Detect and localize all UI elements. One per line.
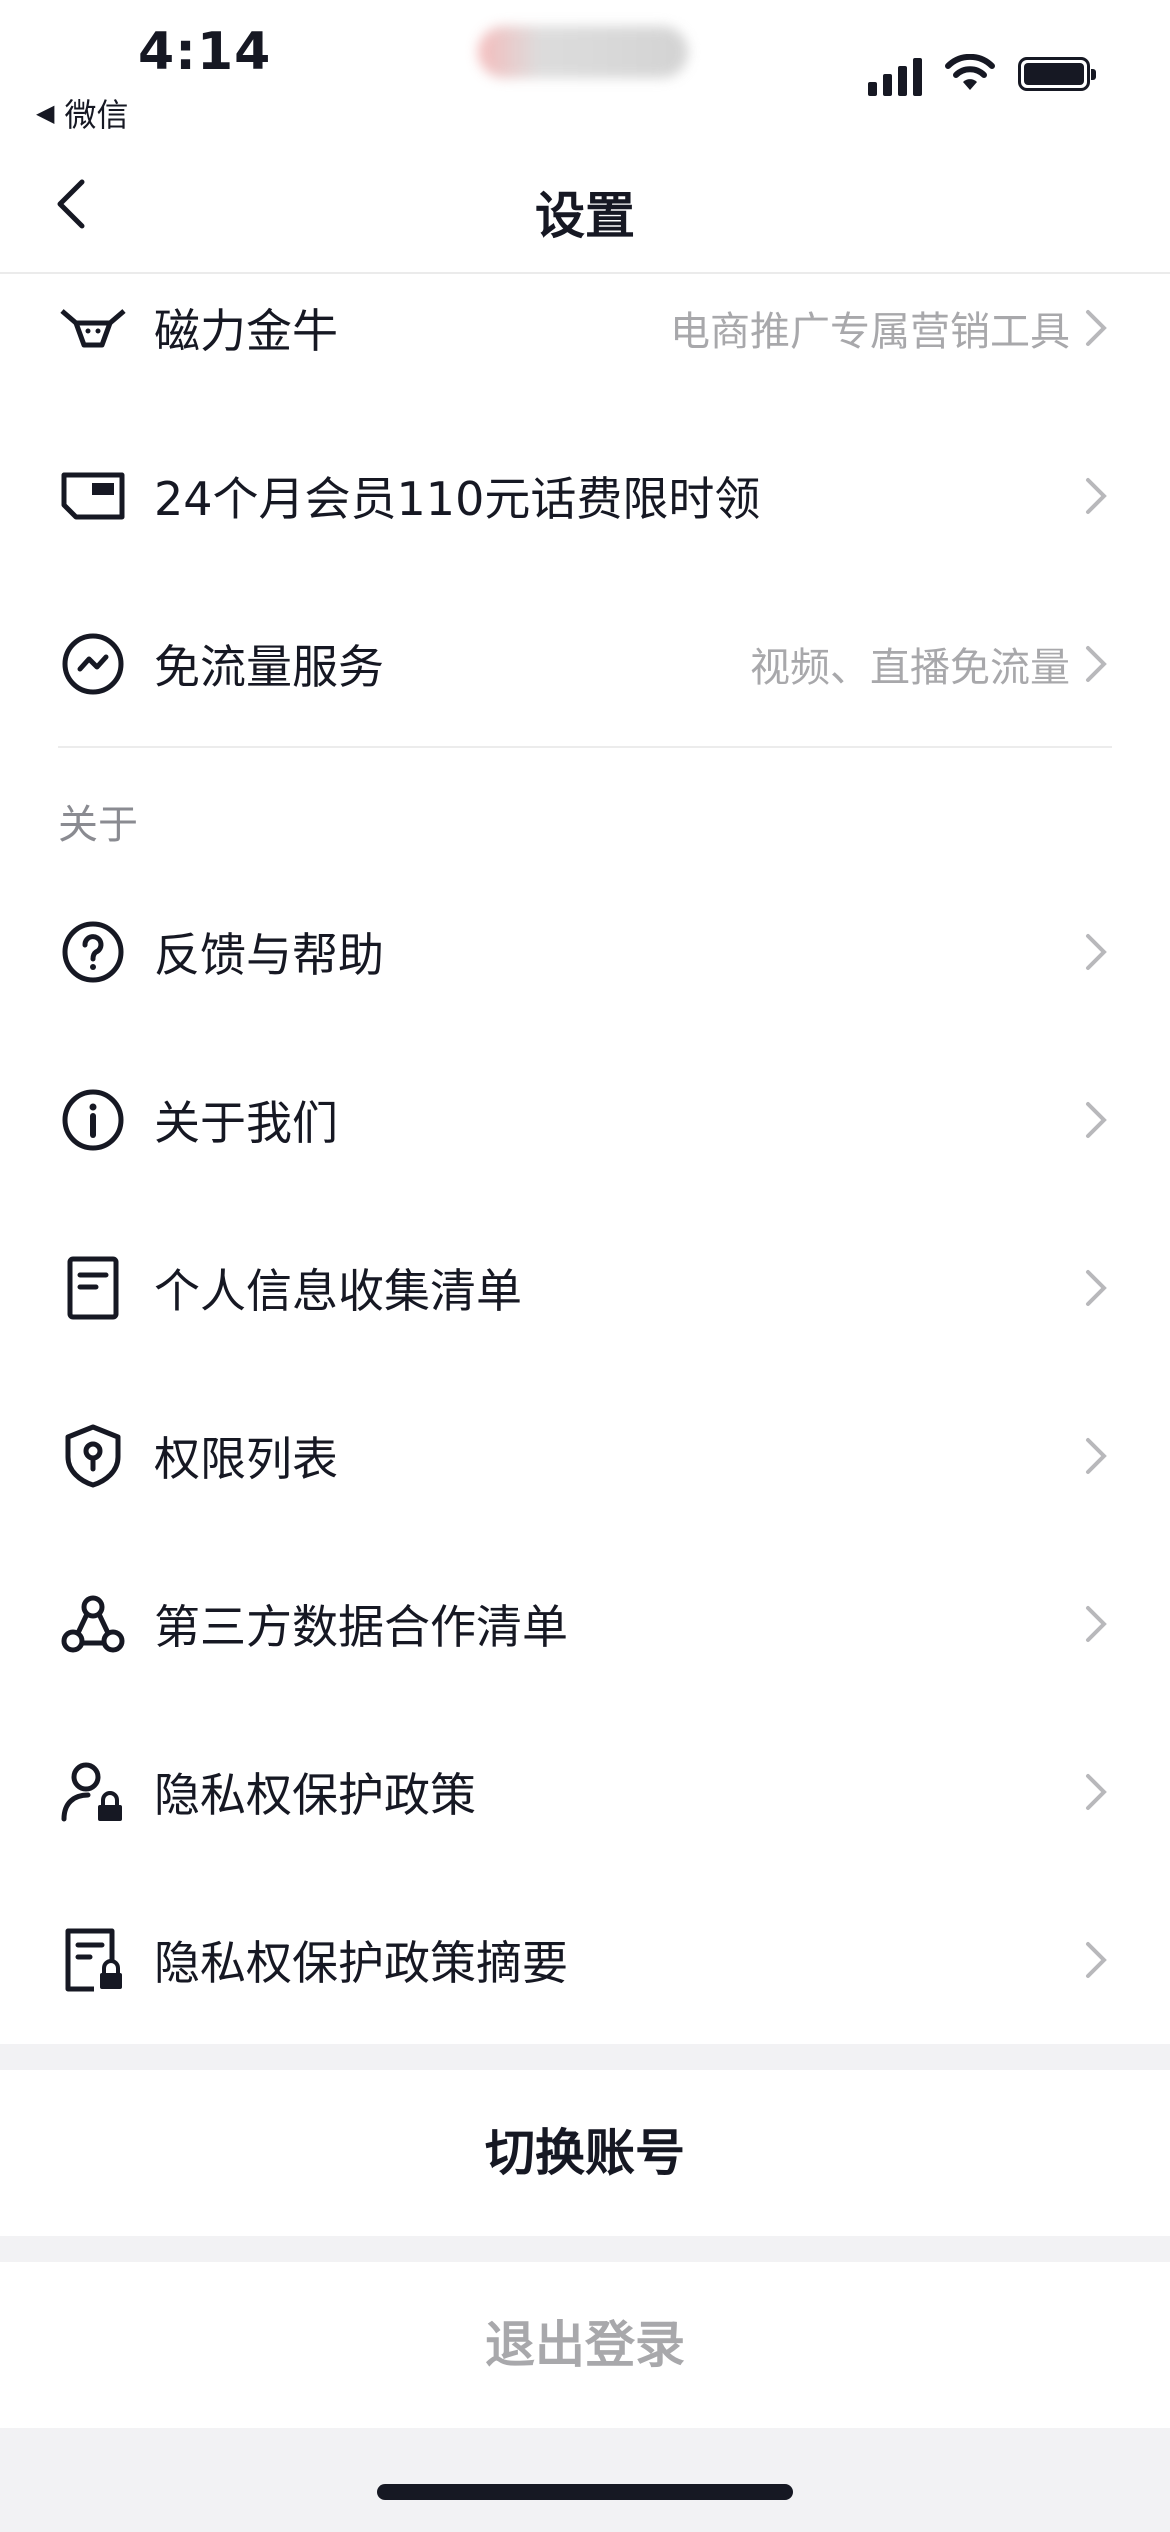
chevron-right-icon bbox=[1086, 1438, 1107, 1474]
triangle-left-icon: ◀ bbox=[36, 99, 55, 127]
row-feedback-help[interactable]: 反馈与帮助 bbox=[0, 868, 1170, 1036]
info-circle-icon bbox=[62, 1089, 124, 1151]
chevron-right-icon bbox=[1086, 478, 1107, 514]
chevron-right-icon bbox=[1086, 1774, 1107, 1810]
network-icon bbox=[61, 1595, 125, 1653]
status-time: 4:14 bbox=[138, 22, 272, 82]
wifi-icon bbox=[945, 54, 995, 90]
chevron-right-icon bbox=[1086, 1102, 1107, 1138]
row-about-us[interactable]: 关于我们 bbox=[0, 1036, 1170, 1204]
row-subtitle: 视频、直播免流量 bbox=[750, 645, 1070, 691]
status-icons bbox=[868, 52, 1096, 96]
section-title-about: 关于 bbox=[58, 802, 138, 848]
row-subtitle: 电商推广专属营销工具 bbox=[670, 309, 1070, 355]
divider bbox=[58, 746, 1112, 748]
chevron-right-icon bbox=[1086, 1942, 1107, 1978]
chevron-right-icon bbox=[1086, 646, 1107, 682]
row-label: 第三方数据合作清单 bbox=[154, 1600, 568, 1654]
signal-icon bbox=[868, 52, 922, 96]
row-permission-list[interactable]: 权限列表 bbox=[0, 1372, 1170, 1540]
row-label: 反馈与帮助 bbox=[154, 928, 384, 982]
row-label: 隐私权保护政策摘要 bbox=[154, 1936, 568, 1990]
shield-key-icon bbox=[65, 1424, 121, 1488]
chevron-right-icon bbox=[1086, 310, 1107, 346]
bull-icon bbox=[60, 309, 126, 348]
switch-account-button[interactable]: 切换账号 bbox=[0, 2070, 1170, 2236]
question-circle-icon bbox=[62, 921, 124, 983]
row-label: 权限列表 bbox=[154, 1432, 338, 1486]
back-app-label: 微信 bbox=[64, 96, 129, 134]
section-gap bbox=[0, 2044, 1170, 2070]
row-label: 磁力金牛 bbox=[154, 304, 338, 358]
card-icon bbox=[61, 472, 125, 520]
chevron-right-icon bbox=[1086, 1606, 1107, 1642]
row-privacy-policy-summary[interactable]: 隐私权保护政策摘要 bbox=[0, 1876, 1170, 2044]
chevron-right-icon bbox=[1086, 934, 1107, 970]
status-bar: 4:14 ◀ 微信 bbox=[0, 0, 1170, 140]
battery-icon bbox=[1018, 57, 1096, 91]
blurred-notification bbox=[478, 26, 688, 78]
back-to-wechat[interactable]: ◀ 微信 bbox=[36, 90, 128, 136]
row-personal-info-list[interactable]: 个人信息收集清单 bbox=[0, 1204, 1170, 1372]
chevron-right-icon bbox=[1086, 1270, 1107, 1306]
logout-label: 退出登录 bbox=[485, 2316, 685, 2374]
row-magnetic-bull[interactable]: 磁力金牛 电商推广专属营销工具 bbox=[0, 244, 1170, 412]
row-label: 免流量服务 bbox=[154, 640, 384, 694]
row-label: 隐私权保护政策 bbox=[154, 1768, 476, 1822]
row-data-free-service[interactable]: 免流量服务 视频、直播免流量 bbox=[0, 580, 1170, 748]
bottom-safe-area bbox=[0, 2428, 1170, 2532]
document-lock-icon bbox=[65, 1928, 122, 1992]
page-title: 设置 bbox=[535, 187, 635, 245]
row-label: 24个月会员110元话费限时领 bbox=[154, 472, 761, 526]
section-gap bbox=[0, 2236, 1170, 2262]
home-indicator[interactable] bbox=[377, 2484, 793, 2500]
row-privacy-policy[interactable]: 隐私权保护政策 bbox=[0, 1708, 1170, 1876]
row-label: 关于我们 bbox=[154, 1096, 338, 1150]
user-lock-icon bbox=[61, 1762, 122, 1822]
logout-button[interactable]: 退出登录 bbox=[0, 2262, 1170, 2428]
data-free-icon bbox=[62, 633, 124, 695]
document-icon bbox=[67, 1256, 119, 1320]
switch-account-label: 切换账号 bbox=[485, 2124, 685, 2182]
row-label: 个人信息收集清单 bbox=[154, 1264, 522, 1318]
row-third-party-data[interactable]: 第三方数据合作清单 bbox=[0, 1540, 1170, 1708]
row-membership-offer[interactable]: 24个月会员110元话费限时领 bbox=[0, 412, 1170, 580]
